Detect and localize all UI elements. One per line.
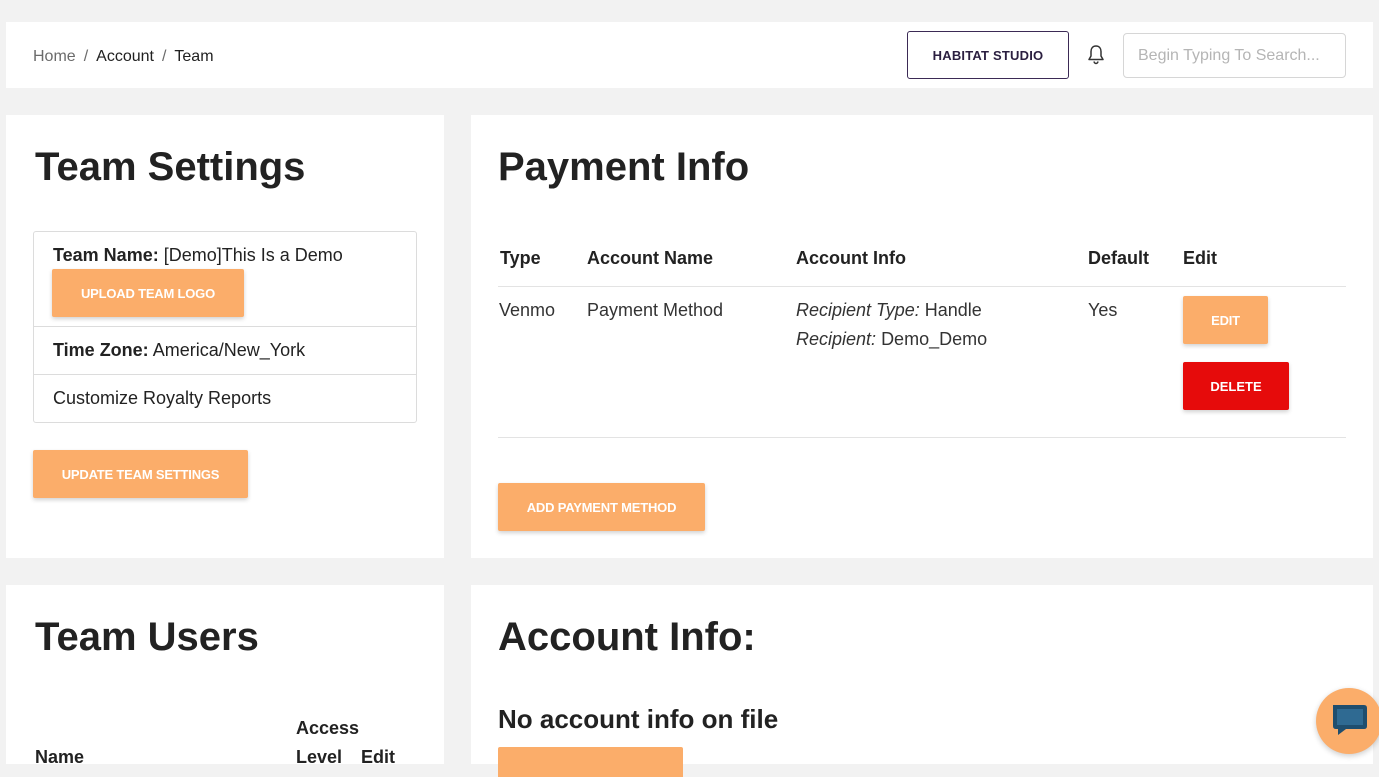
update-team-settings-button[interactable]: UPDATE TEAM SETTINGS bbox=[33, 450, 248, 498]
customize-royalty-reports-row[interactable]: Customize Royalty Reports bbox=[34, 374, 416, 422]
search-input[interactable] bbox=[1123, 33, 1346, 78]
recipient-value: Demo_Demo bbox=[881, 329, 988, 349]
team-name-value: [Demo]This Is a Demo bbox=[163, 245, 343, 265]
table-divider bbox=[498, 286, 1346, 287]
payment-account-name: Payment Method bbox=[587, 300, 724, 320]
recipient-type: Recipient Type: Handle bbox=[796, 300, 982, 321]
recipient-type-label: Recipient Type: bbox=[796, 300, 920, 320]
chat-bubble-icon bbox=[1333, 705, 1367, 735]
breadcrumb: Home / Account / Team bbox=[33, 48, 214, 66]
team-name-label: Team Name: bbox=[53, 245, 159, 265]
payment-info-title: Payment Info bbox=[498, 145, 750, 189]
time-zone-text: Time Zone: America/New_York bbox=[53, 340, 305, 361]
account-info-title: Account Info: bbox=[498, 615, 756, 659]
breadcrumb-separator: / bbox=[83, 48, 89, 65]
column-header-access-level: Access Level bbox=[296, 718, 359, 768]
team-settings-card: Team Settings Team Name: [Demo]This Is a… bbox=[6, 115, 444, 558]
team-users-card: Team Users Name Access Level Edit bbox=[6, 585, 444, 767]
add-payment-method-button[interactable]: ADD PAYMENT METHOD bbox=[498, 483, 705, 531]
column-header-edit: Edit bbox=[1183, 248, 1217, 268]
access-label-line2: Level bbox=[296, 747, 343, 767]
table-divider bbox=[498, 437, 1346, 438]
delete-payment-button[interactable]: DELETE bbox=[1183, 362, 1289, 410]
team-name-row: Team Name: [Demo]This Is a Demo UPLOAD T… bbox=[34, 232, 416, 327]
add-account-info-button[interactable] bbox=[498, 747, 683, 777]
column-header-account-info: Account Info bbox=[796, 248, 906, 268]
payment-info-card: Payment Info Type Account Name Account I… bbox=[471, 115, 1373, 558]
edit-payment-button[interactable]: EDIT bbox=[1183, 296, 1268, 344]
team-settings-title: Team Settings bbox=[35, 145, 306, 189]
breadcrumb-account[interactable]: Account bbox=[96, 48, 154, 65]
account-info-card: Account Info: No account info on file bbox=[471, 585, 1373, 777]
column-header-account-name: Account Name bbox=[587, 248, 714, 268]
column-header-name: Name bbox=[35, 747, 85, 767]
payment-default: Yes bbox=[1088, 300, 1118, 320]
breadcrumb-home[interactable]: Home bbox=[33, 48, 76, 65]
access-label-line1: Access bbox=[296, 718, 360, 738]
team-settings-list: Team Name: [Demo]This Is a Demo UPLOAD T… bbox=[33, 231, 417, 423]
bell-icon[interactable] bbox=[1086, 44, 1106, 66]
recipient-type-value: Handle bbox=[924, 300, 982, 320]
breadcrumb-separator: / bbox=[161, 48, 167, 65]
customize-royalty-reports-label: Customize Royalty Reports bbox=[53, 388, 272, 408]
studio-switcher-button[interactable]: HABITAT STUDIO bbox=[907, 31, 1069, 79]
time-zone-value: America/New_York bbox=[152, 340, 306, 360]
upload-team-logo-button[interactable]: UPLOAD TEAM LOGO bbox=[52, 269, 244, 317]
top-bar: Home / Account / Team HABITAT STUDIO bbox=[6, 22, 1373, 88]
column-header-default: Default bbox=[1088, 248, 1150, 268]
team-users-title: Team Users bbox=[35, 615, 259, 659]
recipient-label: Recipient: bbox=[796, 329, 877, 349]
time-zone-row[interactable]: Time Zone: America/New_York bbox=[34, 326, 416, 374]
recipient: Recipient: Demo_Demo bbox=[796, 329, 987, 350]
time-zone-label: Time Zone: bbox=[53, 340, 149, 360]
column-header-type: Type bbox=[500, 248, 541, 268]
team-name-text: Team Name: [Demo]This Is a Demo bbox=[53, 245, 343, 266]
chat-widget-button[interactable] bbox=[1316, 688, 1379, 754]
no-account-info-message: No account info on file bbox=[498, 704, 779, 734]
column-header-edit: Edit bbox=[361, 747, 395, 767]
payment-type: Venmo bbox=[499, 300, 556, 320]
breadcrumb-team: Team bbox=[174, 48, 214, 65]
